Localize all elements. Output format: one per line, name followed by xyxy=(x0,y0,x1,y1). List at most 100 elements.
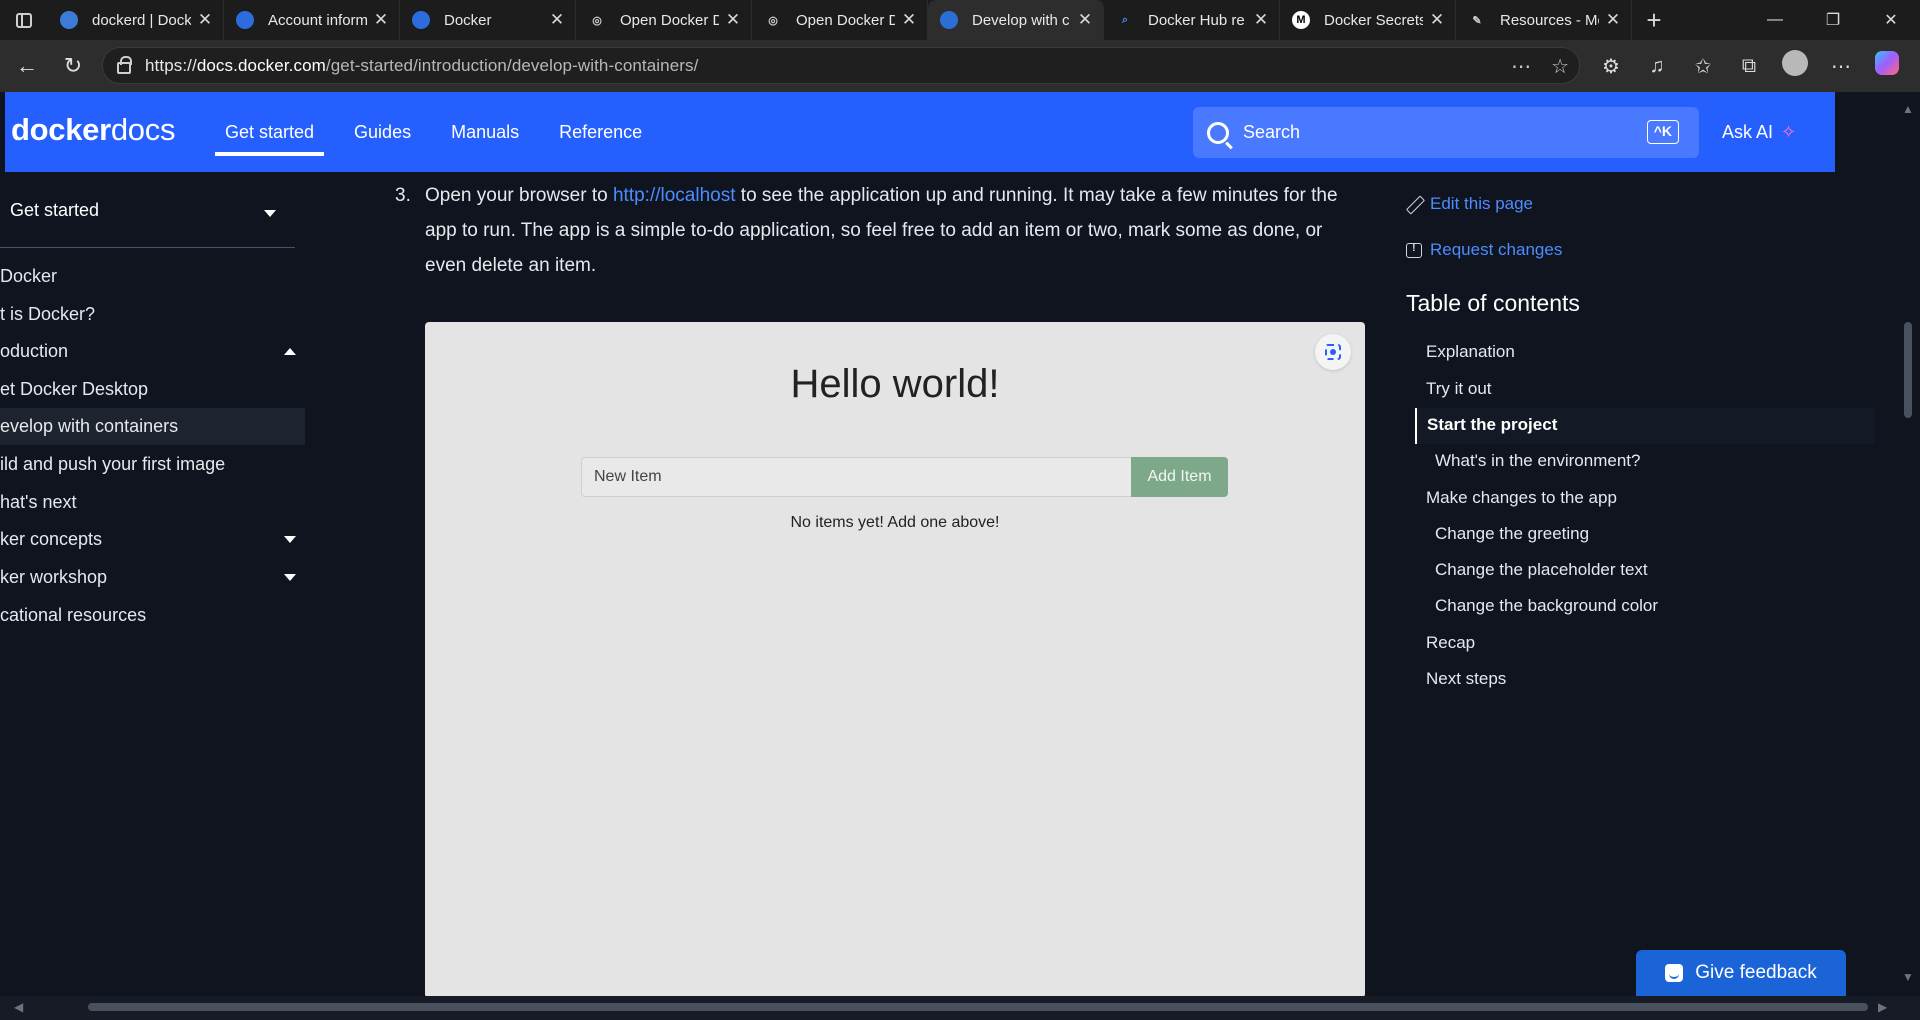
browser-tab[interactable]: ◎ Open Docker D ✕ xyxy=(752,0,928,40)
request-changes-link[interactable]: Request changes xyxy=(1406,240,1562,260)
horizontal-scrollbar[interactable]: ◀ ▶ xyxy=(0,996,1920,1020)
toc-item[interactable]: Explanation xyxy=(1426,342,1515,362)
close-tab-icon[interactable]: ✕ xyxy=(1077,10,1093,30)
docker-whale-icon xyxy=(236,11,254,29)
sidebar-item-label: ild and push your first image xyxy=(0,454,226,474)
toc-item[interactable]: Try it out xyxy=(1426,379,1492,399)
tab-actions-icon xyxy=(16,12,32,28)
nav-manuals[interactable]: Manuals xyxy=(441,92,529,172)
scroll-down-icon[interactable]: ▼ xyxy=(1902,970,1914,984)
tab-title: Docker xyxy=(444,11,492,29)
address-bar: ← ↻ https://docs.docker.com/get-started/… xyxy=(0,40,1920,92)
favorites-icon[interactable]: ✩ xyxy=(1680,54,1726,79)
sidebar-item-label: et Docker Desktop xyxy=(0,379,149,399)
localhost-link[interactable]: http://localhost xyxy=(613,185,736,206)
sidebar-item-label: oduction xyxy=(0,341,69,361)
toc-item[interactable]: Change the placeholder text xyxy=(1435,560,1648,580)
close-tab-icon[interactable]: ✕ xyxy=(549,10,565,30)
new-tab-button[interactable]: + xyxy=(1632,0,1676,40)
chevron-down-icon[interactable] xyxy=(284,574,296,581)
browser-tab[interactable]: ◎ Open Docker D ✕ xyxy=(576,0,752,40)
close-tab-icon[interactable]: ✕ xyxy=(1605,10,1621,30)
tab-title: Open Docker D xyxy=(796,11,895,29)
scroll-up-icon[interactable]: ▲ xyxy=(1902,102,1914,116)
sidebar-item[interactable]: cational resources xyxy=(0,597,305,634)
restore-button[interactable]: ❐ xyxy=(1804,0,1862,40)
sidebar-section-select[interactable]: Get started xyxy=(10,200,99,221)
chevron-up-icon[interactable] xyxy=(284,348,296,355)
sidebar-item[interactable]: ker workshop xyxy=(0,559,305,596)
nav-reference[interactable]: Reference xyxy=(549,92,652,172)
pencil-icon xyxy=(1406,196,1422,212)
sidebar-item[interactable]: oduction xyxy=(0,333,305,370)
toc-item[interactable]: Next steps xyxy=(1426,669,1506,689)
browser-toolbar: ⚙ ♫ ✩ ⧉ ⋯ xyxy=(1588,40,1910,92)
docker-docs-logo[interactable]: dockerdocs xyxy=(11,112,175,148)
sidebar-item[interactable]: evelop with containers xyxy=(0,408,305,445)
tab-actions-button[interactable] xyxy=(0,0,48,40)
browser-tab[interactable]: Account inform ✕ xyxy=(224,0,400,40)
toc-item[interactable]: Change the greeting xyxy=(1435,524,1589,544)
chevron-down-icon[interactable] xyxy=(284,536,296,543)
ask-ai-label: Ask AI xyxy=(1722,121,1774,142)
close-tab-icon[interactable]: ✕ xyxy=(373,10,389,30)
toc-item[interactable]: Start the project xyxy=(1427,415,1557,435)
ask-ai-button[interactable]: Ask AI ✧ xyxy=(1722,92,1796,172)
toc-item[interactable]: Recap xyxy=(1426,633,1475,653)
avatar xyxy=(1782,50,1808,76)
sidebar-item[interactable]: Docker xyxy=(0,258,305,295)
profile-avatar-button[interactable] xyxy=(1772,50,1818,82)
tab-title: Docker Hub re xyxy=(1148,11,1245,29)
scroll-left-icon[interactable]: ◀ xyxy=(14,1000,23,1014)
minimize-button[interactable]: — xyxy=(1746,0,1804,40)
globe-icon: ◎ xyxy=(768,14,778,27)
toc-item[interactable]: What's in the environment? xyxy=(1435,451,1640,471)
close-tab-icon[interactable]: ✕ xyxy=(725,10,741,30)
copilot-button[interactable] xyxy=(1864,51,1910,81)
nav-guides[interactable]: Guides xyxy=(344,92,421,172)
edit-page-link[interactable]: Edit this page xyxy=(1406,194,1533,214)
collections-icon[interactable]: ⧉ xyxy=(1726,55,1772,78)
refresh-button[interactable]: ↻ xyxy=(50,48,96,84)
toc-title: Table of contents xyxy=(1406,290,1580,316)
give-feedback-button[interactable]: Give feedback xyxy=(1636,950,1846,996)
scroll-right-icon[interactable]: ▶ xyxy=(1878,1000,1887,1014)
settings-more-icon[interactable]: ⋯ xyxy=(1818,54,1864,79)
sidebar-item[interactable]: hat's next xyxy=(0,484,305,521)
close-tab-icon[interactable]: ✕ xyxy=(1429,10,1445,30)
url-text[interactable]: https://docs.docker.com/get-started/intr… xyxy=(145,56,698,76)
sidebar-item[interactable]: ker concepts xyxy=(0,521,305,558)
nav-get-started[interactable]: Get started xyxy=(215,92,325,172)
browser-tab[interactable]: ⌕ Docker Hub re ✕ xyxy=(1104,0,1280,40)
close-window-button[interactable]: ✕ xyxy=(1862,0,1920,40)
browser-tab[interactable]: Docker ✕ xyxy=(400,0,576,40)
extensions-icon[interactable]: ⚙ xyxy=(1588,54,1634,79)
sidebar-item[interactable]: ild and push your first image xyxy=(0,446,305,483)
search-input[interactable]: Search ^K xyxy=(1193,107,1699,158)
favorite-star-icon[interactable]: ☆ xyxy=(1551,54,1569,79)
add-item-button: Add Item xyxy=(1131,457,1228,497)
close-tab-icon[interactable]: ✕ xyxy=(901,10,917,30)
vertical-scroll-thumb[interactable] xyxy=(1904,322,1912,418)
url-field[interactable]: https://docs.docker.com/get-started/intr… xyxy=(102,47,1580,84)
more-tools-icon[interactable]: ⋯ xyxy=(1511,54,1531,79)
browser-tab[interactable]: ✎ Resources - Mc ✕ xyxy=(1456,0,1632,40)
sidebar-item[interactable]: et Docker Desktop xyxy=(0,371,305,408)
toc-item[interactable]: Change the background color xyxy=(1435,596,1658,616)
browser-tab[interactable]: M Docker Secrets ✕ xyxy=(1280,0,1456,40)
close-tab-icon[interactable]: ✕ xyxy=(197,10,213,30)
browser-tab[interactable]: Develop with c ✕ xyxy=(928,0,1104,40)
toc-item[interactable]: Make changes to the app xyxy=(1426,488,1617,508)
browser-tab[interactable]: dockerd | Dock ✕ xyxy=(48,0,224,40)
vertical-scrollbar[interactable]: ▲ ▼ xyxy=(1896,92,1920,996)
sidebar-item-label: t is Docker? xyxy=(0,304,96,324)
docker-globe-icon xyxy=(60,11,78,29)
back-button[interactable]: ← xyxy=(4,48,50,84)
horizontal-scroll-thumb[interactable] xyxy=(88,1003,1868,1011)
tab-title: Resources - Mc xyxy=(1500,11,1599,29)
step-number: 3. xyxy=(395,185,411,206)
chevron-down-icon[interactable] xyxy=(264,210,276,217)
media-icon[interactable]: ♫ xyxy=(1634,55,1680,78)
close-tab-icon[interactable]: ✕ xyxy=(1253,10,1269,30)
sidebar-item[interactable]: t is Docker? xyxy=(0,296,305,333)
